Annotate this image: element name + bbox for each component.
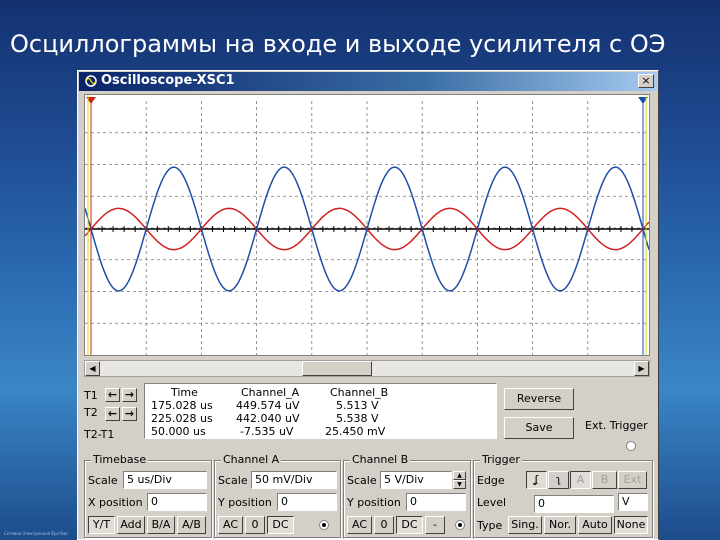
mode-yt-button[interactable]: Y/T — [88, 516, 115, 534]
x-position-field[interactable]: 0 — [147, 493, 207, 511]
trigger-normal-button[interactable]: Nor. — [544, 516, 576, 534]
close-button[interactable]: × — [638, 74, 654, 88]
readout-header-channel-b: Channel_B — [330, 386, 389, 399]
readout-delta-channel-a: -7.535 uV — [240, 425, 294, 438]
channel-b-scale-down-icon[interactable]: ▼ — [453, 480, 466, 489]
channel-b-dc-button[interactable]: DC — [396, 516, 423, 534]
t2-t1-label: T2-T1 — [84, 428, 115, 441]
readout-t2-channel-a: 442.040 uV — [236, 412, 300, 425]
x-position-label: X position — [88, 496, 143, 509]
scroll-right-arrow-icon[interactable]: ▶ — [634, 361, 649, 376]
trigger-source-b-button[interactable]: B — [592, 471, 617, 489]
channel-b-zero-button[interactable]: 0 — [374, 516, 394, 534]
ext-trigger-terminal[interactable] — [626, 441, 636, 451]
channel-a-label: Channel A — [221, 453, 282, 466]
channel-b-label: Channel B — [350, 453, 411, 466]
channel-a-dc-button[interactable]: DC — [267, 516, 294, 534]
scope-trace-display — [85, 95, 649, 355]
trigger-edge-label: Edge — [477, 474, 505, 487]
scope-screen[interactable] — [84, 94, 650, 356]
t1-right-arrow-icon[interactable]: → — [122, 388, 137, 402]
channel-b-scale-field[interactable]: 5 V/Div — [380, 471, 452, 489]
mode-ab-button[interactable]: A/B — [177, 516, 206, 534]
mode-ba-button[interactable]: B/A — [147, 516, 175, 534]
channel-a-ac-button[interactable]: AC — [218, 516, 243, 534]
reverse-button[interactable]: Reverse — [504, 388, 574, 410]
mode-add-button[interactable]: Add — [117, 516, 145, 534]
oscilloscope-app-icon — [85, 75, 97, 87]
channel-a-ypos-label: Y position — [218, 496, 272, 509]
trigger-level-unit-field[interactable]: V — [618, 493, 648, 511]
t1-left-arrow-icon[interactable]: ← — [105, 388, 120, 402]
trigger-level-label: Level — [477, 496, 507, 509]
t1-label: T1 — [84, 389, 98, 402]
trigger-group: Trigger Edge ʆ ʅ A B Ext Level 0 V Type … — [473, 453, 653, 538]
trigger-single-button[interactable]: Sing. — [508, 516, 542, 534]
scroll-left-arrow-icon[interactable]: ◀ — [85, 361, 100, 376]
channel-b-ypos-field[interactable]: 0 — [406, 493, 466, 511]
t2-left-arrow-icon[interactable]: ← — [105, 407, 120, 421]
channel-b-terminal[interactable] — [455, 520, 465, 530]
oscilloscope-window: Oscilloscope-XSC1 × ◀ ▶ T1 ← → T2 ← → T2… — [77, 70, 659, 540]
falling-edge-icon[interactable]: ʅ — [548, 471, 569, 489]
channel-a-scale-field[interactable]: 50 mV/Div — [251, 471, 337, 489]
readout-delta-channel-b: 25.450 mV — [325, 425, 386, 438]
readout-header-channel-a: Channel_A — [241, 386, 300, 399]
channel-b-group: Channel B Scale 5 V/Div ▲ ▼ Y position 0… — [343, 453, 471, 538]
t2-label: T2 — [84, 406, 98, 419]
channel-a-group: Channel A Scale 50 mV/Div Y position 0 A… — [214, 453, 341, 538]
trigger-type-label: Type — [477, 519, 503, 532]
readout-delta-time: 50.000 us — [151, 425, 206, 438]
window-titlebar[interactable]: Oscilloscope-XSC1 × — [79, 72, 657, 91]
channel-b-invert-button[interactable]: - — [425, 516, 445, 534]
trigger-none-button[interactable]: None — [614, 516, 648, 534]
channel-b-scale-up-icon[interactable]: ▲ — [453, 471, 466, 480]
rising-edge-icon[interactable]: ʆ — [526, 471, 547, 489]
scroll-thumb[interactable] — [302, 361, 372, 376]
timebase-scale-label: Scale — [88, 474, 118, 487]
timebase-group: Timebase Scale 5 us/Div X position 0 Y/T… — [84, 453, 212, 538]
timebase-label: Timebase — [91, 453, 149, 466]
channel-b-scale-label: Scale — [347, 474, 377, 487]
readout-t1-channel-a: 449.574 uV — [236, 399, 300, 412]
footer-note: Сетевая Электронная Ёрстёвс — [4, 531, 69, 536]
t2-right-arrow-icon[interactable]: → — [122, 407, 137, 421]
trigger-source-a-button[interactable]: A — [570, 471, 591, 489]
readout-t1-channel-b: 5.513 V — [336, 399, 379, 412]
ext-trigger-label: Ext. Trigger — [585, 419, 648, 432]
channel-a-terminal[interactable] — [319, 520, 329, 530]
channel-b-ypos-label: Y position — [347, 496, 401, 509]
trigger-label: Trigger — [480, 453, 522, 466]
save-button[interactable]: Save — [504, 417, 574, 439]
trigger-source-ext-button[interactable]: Ext — [618, 471, 647, 489]
slide-title: Осциллограммы на входе и выходе усилител… — [10, 30, 666, 58]
cursor-readout-table: Time Channel_A Channel_B 175.028 us 449.… — [144, 383, 497, 439]
readout-t2-time: 225.028 us — [151, 412, 213, 425]
readout-t2-channel-b: 5.538 V — [336, 412, 379, 425]
channel-a-scale-label: Scale — [218, 474, 248, 487]
channel-b-ac-button[interactable]: AC — [347, 516, 372, 534]
trigger-auto-button[interactable]: Auto — [578, 516, 612, 534]
channel-a-ypos-field[interactable]: 0 — [277, 493, 337, 511]
readout-t1-time: 175.028 us — [151, 399, 213, 412]
timebase-scale-field[interactable]: 5 us/Div — [123, 471, 207, 489]
channel-a-zero-button[interactable]: 0 — [245, 516, 265, 534]
horizontal-scrollbar[interactable]: ◀ ▶ — [84, 360, 650, 377]
window-title: Oscilloscope-XSC1 — [101, 73, 235, 88]
trigger-level-field[interactable]: 0 — [534, 495, 614, 513]
readout-header-time: Time — [171, 386, 198, 399]
